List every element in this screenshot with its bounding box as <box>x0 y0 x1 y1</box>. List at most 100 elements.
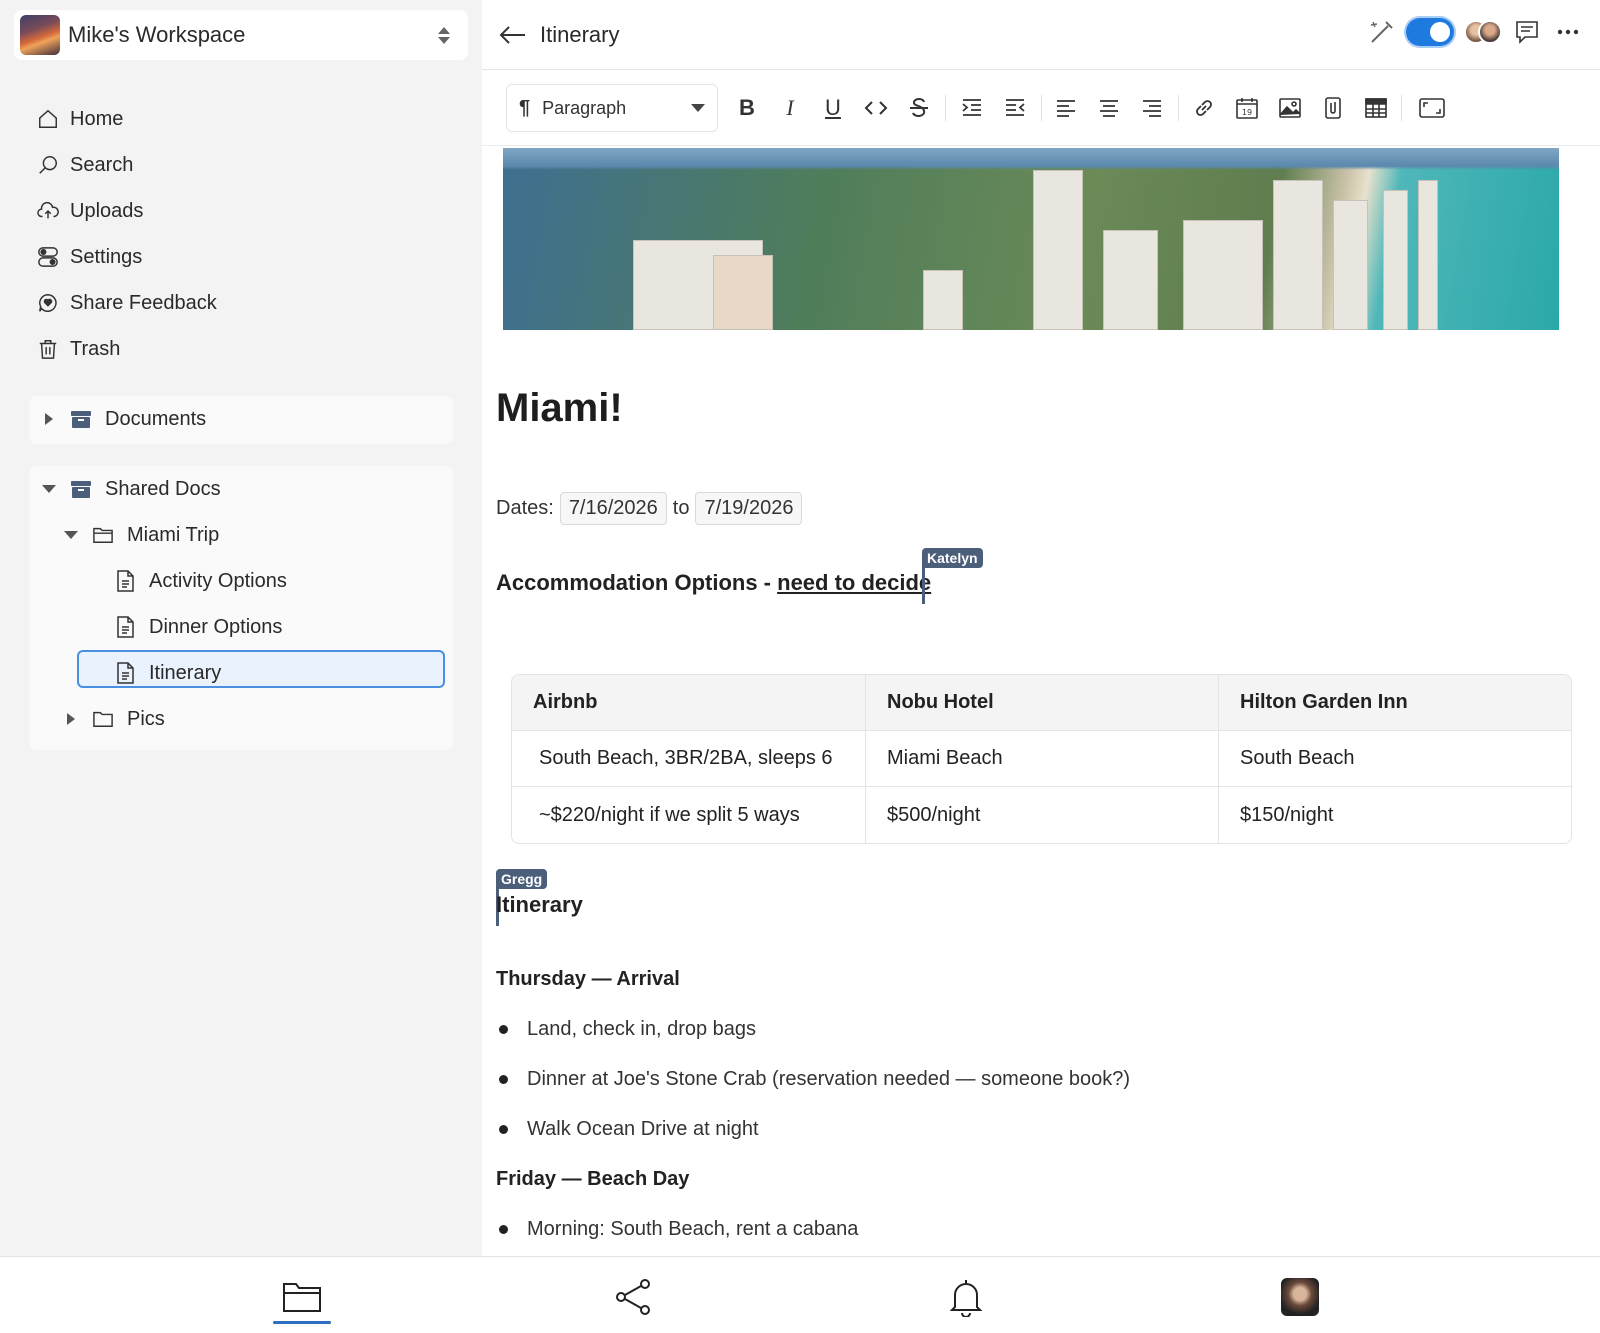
document-icon <box>113 661 137 685</box>
caret-right-icon <box>39 413 59 425</box>
tree-dinner-options[interactable]: Dinner Options <box>29 604 453 650</box>
nav-search[interactable]: Search <box>36 142 456 188</box>
start-date-chip[interactable]: 7/16/2026 <box>559 492 667 525</box>
workspace-avatar <box>20 15 60 55</box>
main-nav: Home Search Uploads Settings Share Feedb… <box>36 96 456 372</box>
table-header[interactable]: Airbnb <box>512 675 866 731</box>
nav-settings[interactable]: Settings <box>36 234 456 280</box>
magic-wand-icon[interactable] <box>1368 18 1396 46</box>
table-cell[interactable]: $150/night <box>1219 787 1571 843</box>
insert-date-button[interactable]: 19 <box>1232 93 1262 123</box>
gregg-cursor-label: Gregg <box>496 869 548 889</box>
align-center-button[interactable] <box>1094 93 1124 123</box>
align-right-icon <box>1143 100 1161 117</box>
nav-settings-label: Settings <box>70 245 143 268</box>
katelyn-cursor-label: Katelyn <box>922 548 983 568</box>
tree-shared-docs[interactable]: Shared Docs <box>29 466 453 512</box>
block-style-select[interactable]: ¶ Paragraph <box>506 84 718 132</box>
underline-icon: U <box>825 95 841 120</box>
files-tab[interactable] <box>280 1275 324 1319</box>
tree-documents[interactable]: Documents <box>29 396 453 442</box>
profile-tab[interactable] <box>1278 1275 1322 1319</box>
toggles-icon <box>36 245 60 269</box>
toolbar-divider <box>1401 95 1402 121</box>
italic-button[interactable]: I <box>775 93 805 123</box>
archive-box-icon <box>69 477 93 501</box>
tree-pics[interactable]: Pics <box>29 696 453 742</box>
tree-miami-trip[interactable]: Miami Trip <box>29 512 453 558</box>
table-cell[interactable]: South Beach, 3BR/2BA, sleeps 6 <box>512 731 866 787</box>
caret-down-icon <box>39 485 59 493</box>
bottom-nav <box>0 1256 1600 1333</box>
fullscreen-button[interactable] <box>1415 93 1449 123</box>
notifications-tab[interactable] <box>944 1275 988 1319</box>
paperclip-icon <box>1325 97 1341 119</box>
upload-cloud-icon <box>36 199 60 223</box>
avatar <box>1478 20 1502 44</box>
list-item: Morning: South Beach, rent a cabana <box>496 1218 858 1241</box>
nav-search-label: Search <box>70 153 134 176</box>
workspace-switcher[interactable]: Mike's Workspace <box>14 10 468 60</box>
list-item: Land, check in, drop bags <box>496 1018 756 1041</box>
insert-image-button[interactable] <box>1275 93 1305 123</box>
dates-line: Dates: 7/16/2026 to 7/19/2026 <box>496 492 808 525</box>
list-item: Dinner at Joe's Stone Crab (reservation … <box>496 1068 1130 1091</box>
miami-beach-banner-image <box>503 148 1559 330</box>
align-right-button[interactable] <box>1137 93 1167 123</box>
avatar <box>1281 1278 1319 1316</box>
itinerary-heading: Itinerary <box>496 892 583 917</box>
list-item-text: Morning: South Beach, rent a cabana <box>527 1218 859 1240</box>
fullscreen-icon <box>1419 98 1445 118</box>
share-tab[interactable] <box>612 1275 656 1319</box>
workspace-name: Mike's Workspace <box>68 22 246 47</box>
table-cell[interactable]: ~$220/night if we split 5 ways <box>512 787 866 843</box>
insert-table-button[interactable] <box>1361 93 1391 123</box>
code-button[interactable] <box>861 93 891 123</box>
edit-mode-toggle[interactable] <box>1406 18 1454 46</box>
back-arrow-icon[interactable] <box>498 20 528 50</box>
document-content[interactable]: Miami! Dates: 7/16/2026 to 7/19/2026 Acc… <box>482 146 1600 1256</box>
collaborator-avatars[interactable] <box>1464 18 1504 46</box>
tree-dinner-options-label: Dinner Options <box>149 615 283 638</box>
tree-pics-label: Pics <box>127 707 165 730</box>
bold-button[interactable]: B <box>732 93 762 123</box>
end-date-chip[interactable]: 7/19/2026 <box>695 492 803 525</box>
more-options-icon[interactable] <box>1556 28 1580 36</box>
document-icon <box>113 569 137 593</box>
friday-heading: Friday — Beach Day <box>496 1168 690 1190</box>
table-header[interactable]: Hilton Garden Inn <box>1219 675 1571 731</box>
table-cell[interactable]: Miami Beach <box>866 731 1219 787</box>
dates-label: Dates: <box>496 497 554 519</box>
list-item-text: Land, check in, drop bags <box>527 1018 757 1040</box>
align-center-icon <box>1100 100 1118 117</box>
comments-icon[interactable] <box>1514 19 1540 45</box>
pilcrow-icon: ¶ <box>519 96 531 119</box>
indent-button[interactable] <box>957 93 987 123</box>
table-cell[interactable]: South Beach <box>1219 731 1571 787</box>
home-icon <box>36 107 60 131</box>
align-left-button[interactable] <box>1051 93 1081 123</box>
document-icon <box>113 615 137 639</box>
list-item-text: Dinner at Joe's Stone Crab (reservation … <box>527 1068 1131 1090</box>
tree-activity-options[interactable]: Activity Options <box>29 558 453 604</box>
outdent-button[interactable] <box>1000 93 1030 123</box>
link-button[interactable] <box>1189 93 1219 123</box>
nav-uploads[interactable]: Uploads <box>36 188 456 234</box>
attach-file-button[interactable] <box>1318 93 1348 123</box>
sort-arrows-icon <box>436 26 452 44</box>
nav-trash[interactable]: Trash <box>36 326 456 372</box>
trash-icon <box>36 337 60 361</box>
dates-to: to <box>672 497 690 519</box>
table-row: ~$220/night if we split 5 ways $500/nigh… <box>512 787 1571 843</box>
accommodation-heading: Accommodation Options - need to decide <box>496 570 931 596</box>
nav-share-feedback[interactable]: Share Feedback <box>36 280 456 326</box>
tree-itinerary[interactable]: Itinerary <box>29 650 453 696</box>
table-header[interactable]: Nobu Hotel <box>866 675 1219 731</box>
nav-home[interactable]: Home <box>36 96 456 142</box>
table-cell[interactable]: $500/night <box>866 787 1219 843</box>
active-tab-indicator <box>273 1321 331 1324</box>
underline-button[interactable]: U <box>818 93 848 123</box>
calendar-icon: 19 <box>1236 98 1258 119</box>
table-row: South Beach, 3BR/2BA, sleeps 6 Miami Bea… <box>512 731 1571 787</box>
strikethrough-button[interactable] <box>904 93 934 123</box>
